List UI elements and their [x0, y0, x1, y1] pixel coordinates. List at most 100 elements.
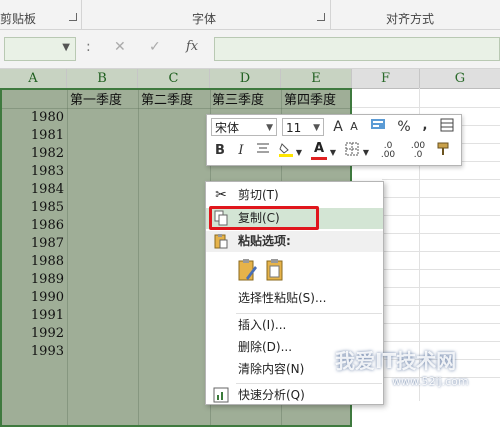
header-cell-q4[interactable]: 第四季度 — [284, 89, 336, 108]
paste-option-buttons — [206, 256, 383, 286]
font-size-value: 11 — [286, 121, 302, 135]
paste-keep-formatting-icon[interactable] — [237, 258, 259, 289]
column-header-e[interactable]: E — [281, 69, 352, 89]
column-header-f[interactable]: F — [352, 69, 420, 89]
year-cell[interactable]: 1985 — [0, 200, 64, 215]
column-header-b[interactable]: B — [67, 69, 138, 89]
chevron-down-icon[interactable]: ▼ — [295, 144, 303, 162]
font-launcher-icon[interactable] — [317, 13, 325, 21]
gridline — [382, 269, 500, 270]
format-painter-style-icon[interactable] — [367, 117, 391, 139]
gridline — [382, 287, 500, 288]
cell-divider — [2, 108, 350, 109]
chevron-down-icon[interactable]: ▼ — [62, 42, 70, 53]
year-cell[interactable]: 1982 — [0, 146, 64, 161]
gridline — [382, 233, 500, 234]
paste-icon — [212, 233, 230, 250]
menu-item-paste-special[interactable]: 选择性粘贴(S)... — [206, 288, 383, 309]
formula-bar: ▼ : ✕ ✓ fx — [0, 30, 500, 69]
chevron-down-icon[interactable]: ▼ — [329, 144, 337, 162]
align-center-icon[interactable] — [255, 142, 271, 160]
clipboard-launcher-icon[interactable] — [69, 13, 77, 21]
header-cell-q2[interactable]: 第二季度 — [141, 89, 193, 108]
percent-style-button[interactable]: % — [396, 118, 412, 136]
mini-toolbar: 宋体 ▼ 11 ▼ A A % , B I ▼ A ▼ ▼ .0.00 .00.… — [206, 114, 462, 166]
chevron-down-icon[interactable]: ▼ — [266, 119, 273, 137]
formula-bar-separator: : — [86, 39, 91, 55]
column-header-g[interactable]: G — [420, 69, 500, 89]
menu-item-cut-label: 剪切(T) — [238, 188, 279, 202]
cell-divider — [138, 90, 139, 425]
menu-item-cut[interactable]: ✂ 剪切(T) — [206, 185, 383, 206]
year-cell[interactable]: 1986 — [0, 218, 64, 233]
menu-item-insert-label: 插入(I)... — [238, 318, 287, 332]
year-cell[interactable]: 1980 — [0, 110, 64, 125]
chevron-down-icon[interactable]: ▼ — [313, 119, 320, 137]
decrease-decimal-label-2: .0 — [413, 150, 423, 160]
column-header-c[interactable]: C — [138, 69, 210, 89]
paste-options-header: 粘贴选项: — [206, 231, 383, 252]
paste-values-icon[interactable] — [264, 258, 286, 289]
font-group: 字体 — [82, 0, 331, 29]
decrease-decimal-button[interactable]: .00.0 — [405, 142, 431, 160]
column-header-a[interactable]: A — [0, 69, 67, 89]
gridline — [352, 107, 500, 108]
gridline — [382, 179, 500, 180]
gridline — [382, 305, 500, 306]
clipboard-group-label: 剪贴板 — [0, 12, 37, 26]
year-cell[interactable]: 1989 — [0, 272, 64, 287]
menu-item-quick-analysis[interactable]: 快速分析(Q) — [206, 385, 383, 406]
year-cell[interactable]: 1992 — [0, 326, 64, 341]
header-cell-q1[interactable]: 第一季度 — [70, 89, 122, 108]
format-table-icon[interactable] — [439, 118, 455, 138]
year-cell[interactable]: 1987 — [0, 236, 64, 251]
year-cell[interactable]: 1983 — [0, 164, 64, 179]
gridline — [382, 251, 500, 252]
borders-icon[interactable] — [344, 142, 360, 162]
font-group-label: 字体 — [192, 12, 217, 26]
gridline — [382, 341, 500, 342]
menu-item-paste-special-label: 选择性粘贴(S)... — [238, 291, 327, 305]
year-cell[interactable]: 1988 — [0, 254, 64, 269]
formula-input[interactable] — [214, 37, 500, 61]
alignment-group-label: 对齐方式 — [386, 12, 435, 26]
watermark-url: www.52ij.com — [392, 375, 469, 388]
comma-style-button[interactable]: , — [420, 117, 430, 135]
menu-item-delete-label: 删除(D)... — [238, 340, 293, 354]
year-cell[interactable]: 1981 — [0, 128, 64, 143]
clipboard-group: 剪贴板 — [0, 0, 82, 29]
menu-separator — [236, 313, 382, 314]
column-header-d[interactable]: D — [210, 69, 281, 89]
name-box[interactable]: ▼ — [4, 37, 76, 61]
increase-decimal-button[interactable]: .0.00 — [375, 142, 401, 160]
scissors-icon: ✂ — [215, 187, 227, 203]
year-cell[interactable]: 1990 — [0, 290, 64, 305]
increase-decimal-label-2: .00 — [380, 150, 396, 160]
menu-item-clear-label: 清除内容(N) — [238, 362, 305, 376]
font-size-select[interactable]: 11 ▼ — [282, 118, 324, 136]
paste-options-label: 粘贴选项: — [238, 234, 291, 248]
grow-font-button[interactable]: A — [331, 118, 345, 136]
format-painter-icon[interactable] — [435, 141, 453, 163]
gridline — [382, 215, 500, 216]
header-cell-q3[interactable]: 第三季度 — [212, 89, 264, 108]
italic-button[interactable]: I — [235, 142, 247, 160]
quick-analysis-icon — [212, 387, 230, 404]
font-color-button[interactable]: A — [311, 141, 327, 160]
menu-item-insert[interactable]: 插入(I)... — [206, 315, 383, 336]
gridline — [382, 197, 500, 198]
year-cell[interactable]: 1984 — [0, 182, 64, 197]
alignment-group: 对齐方式 — [331, 0, 500, 29]
year-cell[interactable]: 1993 — [0, 344, 64, 359]
year-cell[interactable]: 1991 — [0, 308, 64, 323]
chevron-down-icon[interactable]: ▼ — [362, 144, 370, 162]
menu-item-quick-analysis-label: 快速分析(Q) — [238, 388, 305, 402]
bold-button[interactable]: B — [214, 142, 226, 160]
confirm-icon[interactable]: ✓ — [149, 39, 161, 55]
insert-function-icon[interactable]: fx — [186, 39, 198, 54]
font-name-select[interactable]: 宋体 ▼ — [211, 118, 277, 136]
fill-color-icon[interactable] — [277, 141, 295, 163]
gridline — [382, 323, 500, 324]
shrink-font-button[interactable]: A — [347, 118, 361, 136]
cancel-icon[interactable]: ✕ — [114, 39, 126, 55]
